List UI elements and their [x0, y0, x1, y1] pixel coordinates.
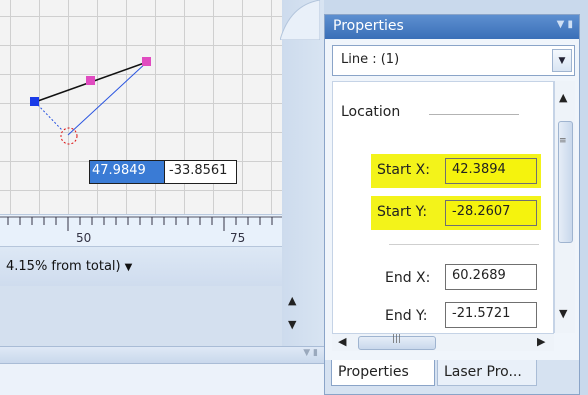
- tab-laser-properties[interactable]: Laser Pro...: [437, 360, 537, 386]
- panel-options-icon[interactable]: ▼ ▮: [557, 19, 573, 30]
- prop-row-start-x: Start X: 42.3894: [371, 154, 541, 188]
- properties-title: Properties: [333, 18, 404, 34]
- bottom-panel: [0, 364, 324, 395]
- section-divider: [389, 244, 539, 245]
- vertical-scrollbar[interactable]: ▲ ≡ ▼: [554, 81, 575, 333]
- scroll-down-icon[interactable]: ▼: [288, 318, 296, 331]
- scroll-right-icon[interactable]: ▶: [537, 335, 545, 348]
- preview-dotted-line: [34, 101, 63, 131]
- grip-icon: |||: [392, 334, 402, 344]
- endpoint-target-circle: [60, 127, 78, 145]
- ruler-label-50: 50: [76, 231, 92, 245]
- scroll-buttons: ▲ ▼: [284, 290, 304, 346]
- properties-titlebar: Properties ▼ ▮: [325, 15, 579, 39]
- empty-area: [0, 286, 282, 346]
- status-dropdown[interactable]: 4.15% from total) ▼: [0, 246, 282, 286]
- tab-curve-decoration: [280, 0, 320, 40]
- grip-icon: ≡: [559, 136, 567, 146]
- scroll-down-icon[interactable]: ▼: [559, 307, 567, 320]
- start-handle: [30, 97, 39, 106]
- object-select-value: Line : (1): [341, 52, 400, 67]
- mid-handle: [86, 76, 95, 85]
- end-x-input[interactable]: 60.2689: [445, 264, 537, 290]
- tab-properties[interactable]: Properties: [331, 360, 435, 386]
- scroll-up-icon[interactable]: ▲: [559, 91, 567, 104]
- horizontal-scrollbar[interactable]: ◀ ||| ▶: [332, 333, 554, 351]
- end-x-label: End X:: [385, 270, 431, 286]
- horizontal-ruler: 50 75: [0, 214, 282, 246]
- object-select[interactable]: Line : (1) ▼: [332, 45, 575, 76]
- end-handle: [142, 57, 151, 66]
- end-y-input[interactable]: -21.5721: [445, 302, 537, 328]
- end-y-label: End Y:: [385, 308, 428, 324]
- category-location: Location: [341, 104, 401, 120]
- start-y-label: Start Y:: [377, 204, 428, 220]
- prop-row-start-y: Start Y: -28.2607: [371, 196, 541, 230]
- category-divider: [429, 114, 519, 115]
- properties-panel: Properties ▼ ▮ Line : (1) ▼ Location Sta…: [324, 14, 580, 395]
- start-y-input[interactable]: -28.2607: [445, 200, 537, 226]
- property-grid: Location Start X: 42.3894 Start Y: -28.2…: [332, 81, 554, 347]
- chevron-down-icon[interactable]: ▼: [125, 262, 133, 273]
- prop-row-end-y: End Y: -21.5721: [371, 300, 541, 334]
- preview-line: [67, 61, 148, 136]
- scroll-up-icon[interactable]: ▲: [288, 294, 296, 307]
- chevron-down-icon[interactable]: ▼: [552, 49, 572, 72]
- coord-y-input[interactable]: -33.8561: [165, 161, 236, 183]
- panel-tab-strip: Properties Laser Pro...: [325, 360, 579, 394]
- scroll-left-icon[interactable]: ◀: [338, 335, 346, 348]
- drawing-canvas[interactable]: 47.9849 -33.8561: [0, 0, 282, 214]
- panel-pin-icon[interactable]: ▼ ▮: [303, 348, 318, 358]
- coord-x-input[interactable]: 47.9849: [90, 161, 165, 183]
- start-x-label: Start X:: [377, 162, 430, 178]
- bottom-panel-header: ▼ ▮: [0, 346, 324, 364]
- coordinate-input-box[interactable]: 47.9849 -33.8561: [89, 160, 237, 184]
- status-text: 4.15% from total): [6, 259, 121, 274]
- start-x-input[interactable]: 42.3894: [445, 158, 537, 184]
- prop-row-end-x: End X: 60.2689: [371, 262, 541, 296]
- ruler-label-75: 75: [230, 231, 246, 245]
